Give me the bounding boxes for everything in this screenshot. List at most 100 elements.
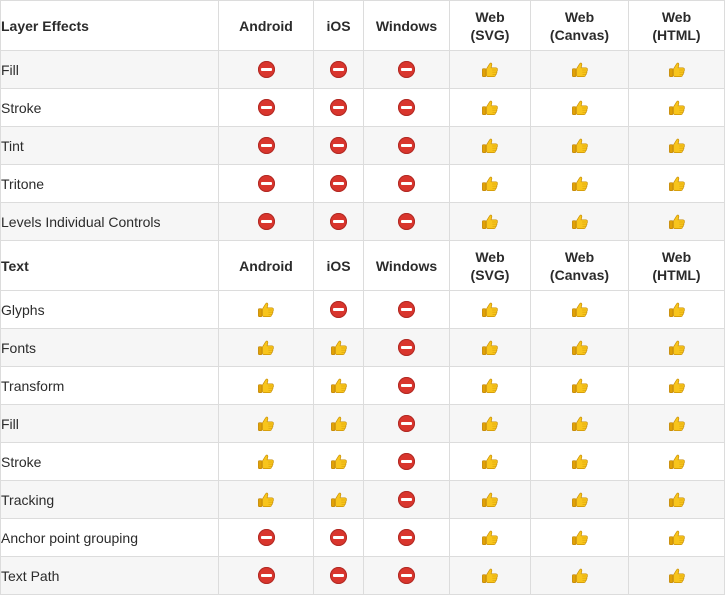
no-entry-icon xyxy=(398,301,415,319)
thumbs-up-icon xyxy=(571,213,589,231)
thumbs-up-icon xyxy=(668,99,686,117)
thumbs-up-icon xyxy=(571,99,589,117)
support-cell-android xyxy=(218,366,314,405)
support-cell-web-canvas xyxy=(530,556,629,595)
thumbs-up-icon xyxy=(668,213,686,231)
thumbs-up-icon xyxy=(481,377,499,395)
support-cell-android xyxy=(218,442,314,481)
feature-name: Stroke xyxy=(0,88,219,127)
support-cell-web-html xyxy=(628,480,725,519)
column-header-ios: iOS xyxy=(313,240,364,291)
support-cell-ios xyxy=(313,50,364,89)
support-cell-android xyxy=(218,328,314,367)
feature-name: Tritone xyxy=(0,164,219,203)
thumbs-up-icon xyxy=(571,301,589,319)
support-cell-ios xyxy=(313,202,364,241)
no-entry-icon xyxy=(398,61,415,79)
feature-name: Fill xyxy=(0,404,219,443)
feature-name: Levels Individual Controls xyxy=(0,202,219,241)
thumbs-up-icon xyxy=(257,491,275,509)
support-cell-web-canvas xyxy=(530,328,629,367)
column-header-windows: Windows xyxy=(363,240,450,291)
no-entry-icon xyxy=(257,99,275,117)
no-entry-icon xyxy=(257,175,275,193)
column-header-windows: Windows xyxy=(363,0,450,51)
thumbs-up-icon xyxy=(481,567,499,585)
thumbs-up-icon xyxy=(481,301,499,319)
support-cell-ios xyxy=(313,518,364,557)
no-entry-icon xyxy=(330,301,347,319)
no-entry-icon xyxy=(398,567,415,585)
table-row: Tritone xyxy=(0,164,725,203)
support-cell-android xyxy=(218,88,314,127)
no-entry-icon xyxy=(257,137,275,155)
support-cell-ios xyxy=(313,290,364,329)
thumbs-up-icon xyxy=(481,175,499,193)
support-cell-web-canvas xyxy=(530,164,629,203)
no-entry-icon xyxy=(257,213,275,231)
support-cell-windows xyxy=(363,328,450,367)
no-entry-icon xyxy=(330,213,347,231)
no-entry-icon xyxy=(398,415,415,433)
support-cell-ios xyxy=(313,88,364,127)
no-entry-icon xyxy=(398,491,415,509)
thumbs-up-icon xyxy=(481,453,499,471)
support-cell-android xyxy=(218,202,314,241)
thumbs-up-icon xyxy=(668,415,686,433)
thumbs-up-icon xyxy=(668,377,686,395)
support-cell-web-html xyxy=(628,88,725,127)
no-entry-icon xyxy=(257,61,275,79)
thumbs-up-icon xyxy=(481,61,499,79)
support-cell-web-svg xyxy=(449,480,531,519)
support-cell-ios xyxy=(313,164,364,203)
support-cell-web-svg xyxy=(449,518,531,557)
no-entry-icon xyxy=(398,453,415,471)
support-cell-web-canvas xyxy=(530,126,629,165)
thumbs-up-icon xyxy=(330,339,348,357)
no-entry-icon xyxy=(257,567,275,585)
feature-name: Transform xyxy=(0,366,219,405)
table-row: Stroke xyxy=(0,88,725,127)
thumbs-up-icon xyxy=(571,529,589,547)
support-cell-windows xyxy=(363,404,450,443)
thumbs-up-icon xyxy=(668,137,686,155)
thumbs-up-icon xyxy=(571,415,589,433)
table-row: Anchor point grouping xyxy=(0,518,725,557)
feature-name: Fill xyxy=(0,50,219,89)
support-cell-web-canvas xyxy=(530,366,629,405)
no-entry-icon xyxy=(330,567,347,585)
feature-name: Anchor point grouping xyxy=(0,518,219,557)
support-cell-web-canvas xyxy=(530,442,629,481)
column-header-web-html: Web (HTML) xyxy=(628,240,725,291)
support-cell-web-svg xyxy=(449,556,531,595)
support-cell-web-canvas xyxy=(530,50,629,89)
table-row: Tint xyxy=(0,126,725,165)
feature-name: Tracking xyxy=(0,480,219,519)
column-header-web-svg: Web (SVG) xyxy=(449,0,531,51)
support-cell-windows xyxy=(363,480,450,519)
thumbs-up-icon xyxy=(571,491,589,509)
thumbs-up-icon xyxy=(571,61,589,79)
table-row: Stroke xyxy=(0,442,725,481)
support-cell-web-html xyxy=(628,442,725,481)
section-title: Layer Effects xyxy=(0,0,219,51)
table-row: Levels Individual Controls xyxy=(0,202,725,241)
column-header-web-html: Web (HTML) xyxy=(628,0,725,51)
support-cell-android xyxy=(218,556,314,595)
table-row: Tracking xyxy=(0,480,725,519)
support-cell-web-canvas xyxy=(530,290,629,329)
column-header-ios: iOS xyxy=(313,0,364,51)
column-header-web-canvas: Web (Canvas) xyxy=(530,240,629,291)
thumbs-up-icon xyxy=(481,137,499,155)
thumbs-up-icon xyxy=(668,529,686,547)
thumbs-up-icon xyxy=(330,453,348,471)
support-cell-android xyxy=(218,164,314,203)
support-cell-android xyxy=(218,126,314,165)
support-cell-web-html xyxy=(628,202,725,241)
feature-name: Stroke xyxy=(0,442,219,481)
feature-name: Fonts xyxy=(0,328,219,367)
thumbs-up-icon xyxy=(257,415,275,433)
feature-name: Tint xyxy=(0,126,219,165)
support-cell-web-svg xyxy=(449,328,531,367)
feature-name: Text Path xyxy=(0,556,219,595)
